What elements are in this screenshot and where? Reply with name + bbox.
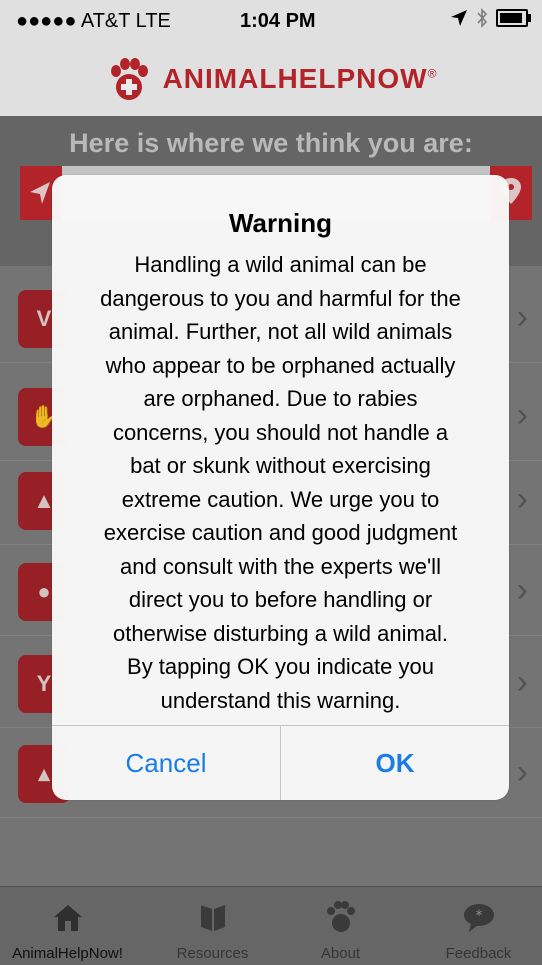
alert-message-line: extreme caution. We urge you to: [121, 486, 440, 512]
alert-message: Handling a wild animal can be dangerous …: [70, 248, 491, 717]
cancel-button[interactable]: Cancel: [52, 726, 281, 800]
alert-message-line: By tapping OK you indicate you: [127, 654, 434, 679]
alert-message-line: dangerous to you and harmful for the: [100, 285, 461, 311]
alert-message-line: Handling a wild animal can be: [134, 252, 427, 277]
alert-message-line: exercise caution and good judgment: [103, 520, 458, 545]
alert-message-line: are orphaned. Due to rabies: [143, 386, 418, 411]
alert-message-line: and consult with the experts we'll: [120, 553, 441, 579]
ok-button[interactable]: OK: [281, 726, 509, 800]
alert-message-line: understand this warning.: [160, 687, 401, 713]
alert-title: Warning: [228, 208, 333, 238]
warning-alert-dialog: Warning Handling a wild animal can be da…: [52, 175, 509, 800]
alert-button-row: Cancel OK: [52, 725, 509, 800]
alert-message-line: otherwise disturbing a wild animal.: [112, 620, 449, 646]
alert-message-line: bat or skunk without exercising: [130, 453, 431, 478]
alert-message-line: concerns, you should not handle a: [112, 419, 449, 445]
app-screen: ●●●●● AT&T LTE 1:04 PM ANIMALHELPNOW® He…: [0, 0, 542, 965]
alert-message-line: direct you to before handling or: [128, 587, 433, 612]
alert-message-line: who appear to be orphaned actually: [105, 352, 456, 378]
alert-message-line: animal. Further, not all wild animals: [108, 319, 453, 344]
